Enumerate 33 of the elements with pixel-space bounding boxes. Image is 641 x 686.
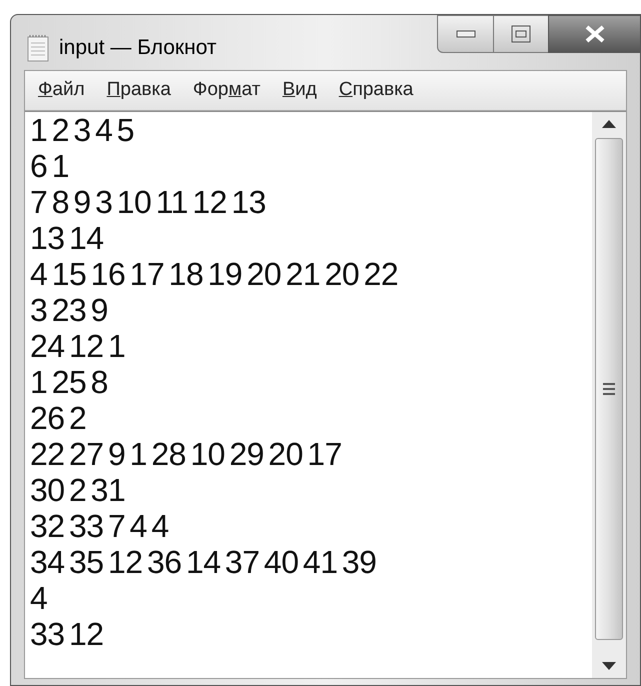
text-line: 13 14 [30, 220, 104, 256]
maximize-button[interactable] [494, 15, 548, 53]
menu-item[interactable]: Формат [192, 76, 260, 105]
scrollbar-thumb[interactable] [595, 138, 623, 640]
scroll-up-icon[interactable] [602, 120, 616, 128]
maximize-icon [511, 25, 531, 43]
text-line: 24 12 1 [30, 328, 126, 364]
vertical-scrollbar[interactable] [592, 112, 626, 678]
text-line: 1 25 8 [30, 364, 108, 400]
text-line: 26 2 [30, 400, 86, 436]
text-line: 34 35 12 36 14 37 40 41 39 [30, 544, 376, 580]
close-icon [584, 25, 606, 43]
menu-item[interactable]: Вид [282, 76, 317, 105]
close-button[interactable] [548, 15, 641, 53]
menu-item[interactable]: Правка [106, 76, 171, 105]
text-line: 22 27 9 1 28 10 29 20 17 [30, 436, 342, 472]
notepad-icon [27, 34, 49, 62]
text-line: 3 23 9 [30, 292, 108, 328]
text-line: 7 8 9 3 10 11 12 13 [30, 184, 266, 220]
text-line: 4 [30, 580, 48, 616]
text-line: 4 15 16 17 18 19 20 21 20 22 [30, 256, 398, 292]
menu-item[interactable]: Справка [338, 76, 414, 105]
minimize-icon [456, 30, 476, 38]
scroll-down-icon[interactable] [602, 662, 616, 670]
window-title: input — Блокнот [59, 35, 217, 61]
text-line: 6 1 [30, 148, 69, 184]
minimize-button[interactable] [437, 15, 494, 53]
text-line: 32 33 7 4 4 [30, 508, 169, 544]
text-line: 30 2 31 [30, 472, 126, 508]
grip-icon [602, 382, 616, 396]
menu-item[interactable]: Файл [38, 76, 85, 105]
text-line: 33 12 [30, 616, 104, 652]
text-line: 1 2 3 4 5 [30, 112, 134, 148]
